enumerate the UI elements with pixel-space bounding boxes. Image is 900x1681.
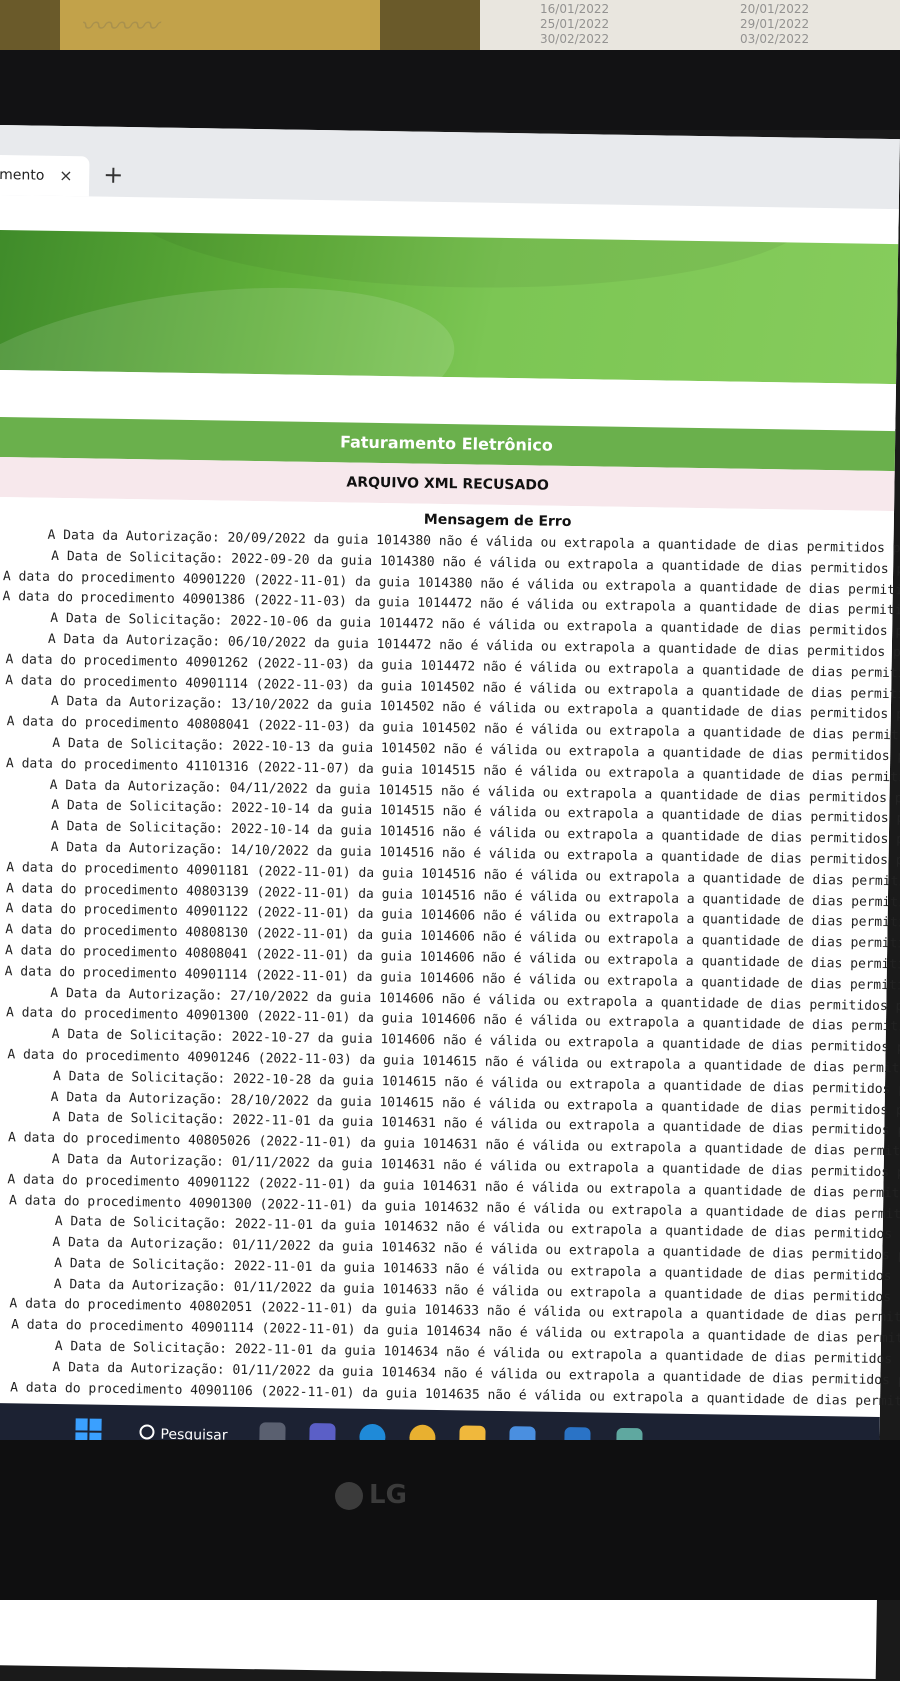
paper-date: 25/01/2022 — [540, 17, 610, 31]
paper-date: 29/01/2022 — [740, 17, 810, 31]
paper-dates-col1: 16/01/2022 25/01/2022 30/02/2022 — [540, 2, 609, 47]
monitor-bezel-top — [0, 50, 900, 130]
page-title: Faturamento Eletrônico — [339, 432, 553, 455]
paper-dates-col2: 20/01/2022 29/01/2022 03/02/2022 — [740, 2, 809, 47]
status-title: ARQUIVO XML RECUSADO — [346, 474, 549, 494]
paper-date: 03/02/2022 — [740, 32, 810, 46]
error-heading: Mensagem de Erro — [423, 511, 572, 531]
brand-text: LG — [369, 1480, 407, 1510]
new-tab-icon[interactable]: + — [103, 161, 124, 189]
paper-date: 20/01/2022 — [740, 2, 810, 16]
tab-title: mento — [0, 166, 45, 184]
browser-tab[interactable]: mento × — [0, 154, 90, 197]
error-message-list: A Data da Autorização: 20/09/2022 da gui… — [0, 525, 900, 1413]
monitor-bezel-bottom: LG — [0, 1440, 900, 1600]
brand-logo: LG — [335, 1480, 407, 1510]
site-header-banner — [0, 229, 899, 385]
handwritten-note: 〰〰〰 — [80, 12, 159, 42]
search-icon — [139, 1424, 155, 1440]
error-content: Mensagem de Erro A Data da Autorização: … — [0, 496, 900, 1511]
close-icon[interactable]: × — [59, 166, 73, 185]
paper-date: 16/01/2022 — [540, 2, 610, 16]
paper-date: 30/02/2022 — [540, 32, 610, 46]
